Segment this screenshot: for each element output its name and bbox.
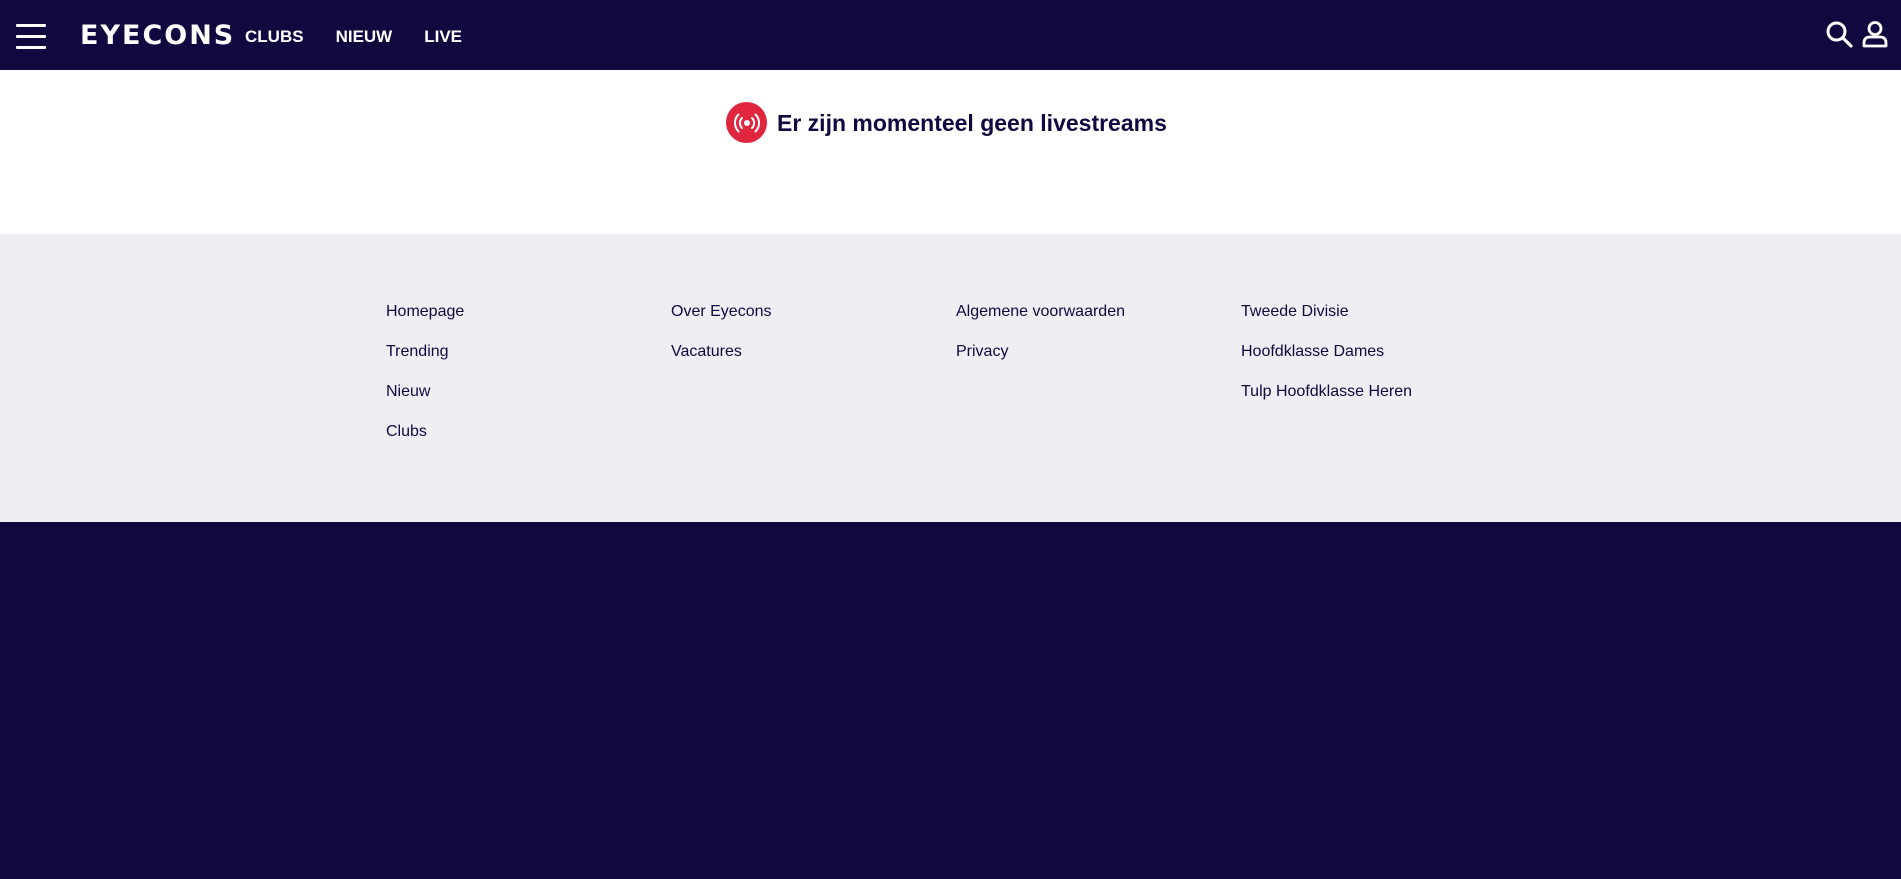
site-footer: Homepage Trending Nieuw Clubs Over Eyeco… [0,234,1901,522]
menu-icon[interactable] [16,24,46,50]
no-livestreams-message: Er zijn momenteel geen livestreams [726,102,1167,143]
main-nav: CLUBS NIEUW LIVE [245,27,462,47]
live-section: Er zijn momenteel geen livestreams [0,70,1901,234]
footer-link-vacatures[interactable]: Vacatures [671,342,771,361]
footer-link-algemene-voorwaarden[interactable]: Algemene voorwaarden [956,302,1125,321]
page-bottom-area [0,522,1901,879]
nav-item-clubs[interactable]: CLUBS [245,27,304,47]
footer-column-1: Homepage Trending Nieuw Clubs [386,302,464,441]
broadcast-icon [726,102,767,143]
footer-link-privacy[interactable]: Privacy [956,342,1125,361]
footer-column-4: Tweede Divisie Hoofdklasse Dames Tulp Ho… [1241,302,1412,401]
footer-link-nieuw[interactable]: Nieuw [386,382,464,401]
footer-column-2: Over Eyecons Vacatures [671,302,771,361]
site-logo[interactable]: EYECONS [80,20,235,52]
site-header: EYECONS CLUBS NIEUW LIVE [0,0,1901,70]
footer-link-over-eyecons[interactable]: Over Eyecons [671,302,771,321]
footer-link-trending[interactable]: Trending [386,342,464,361]
footer-link-clubs[interactable]: Clubs [386,422,464,441]
footer-link-hoofdklasse-dames[interactable]: Hoofdklasse Dames [1241,342,1412,361]
footer-link-tulp-hoofdklasse-heren[interactable]: Tulp Hoofdklasse Heren [1241,382,1412,401]
footer-link-tweede-divisie[interactable]: Tweede Divisie [1241,302,1412,321]
live-message-text: Er zijn momenteel geen livestreams [777,109,1167,136]
footer-link-homepage[interactable]: Homepage [386,302,464,321]
search-icon[interactable] [1825,20,1853,48]
nav-item-live[interactable]: LIVE [424,27,462,47]
user-icon[interactable] [1861,20,1889,48]
header-actions [1825,20,1889,48]
nav-item-nieuw[interactable]: NIEUW [336,27,393,47]
footer-column-3: Algemene voorwaarden Privacy [956,302,1125,361]
